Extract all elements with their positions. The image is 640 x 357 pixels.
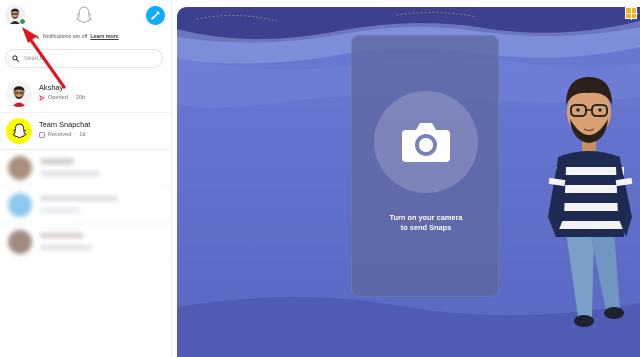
hidden-name-bar — [40, 159, 74, 164]
conversation-row-hidden[interactable] — [0, 150, 171, 187]
camera-prompt-text: Turn on your camera to send Snaps — [352, 213, 500, 233]
hidden-status-bar — [40, 208, 80, 213]
new-chat-icon — [151, 11, 160, 20]
avatar — [6, 81, 32, 107]
camera-card: Turn on your camera to send Snaps — [351, 35, 499, 297]
snapchat-ghost-icon — [75, 6, 93, 24]
search-bar[interactable] — [5, 49, 163, 68]
contact-name: Akshay — [39, 83, 64, 92]
avatar — [8, 156, 32, 180]
online-status-dot — [19, 18, 26, 25]
avatar — [8, 193, 32, 217]
received-chat-icon — [39, 132, 45, 138]
conversation-list: Akshay Opened · 20h Team Snapchat Receiv… — [0, 76, 171, 261]
enable-camera-button[interactable] — [374, 91, 478, 193]
avatar — [6, 118, 32, 144]
status-text: Received — [48, 132, 72, 138]
conversation-status: Opened · 20h — [39, 95, 85, 101]
bitmoji-avatar-icon — [12, 86, 26, 107]
conversation-row-hidden[interactable] — [0, 224, 171, 261]
hidden-status-bar — [40, 245, 92, 250]
conversation-row-hidden[interactable] — [0, 187, 171, 224]
hidden-name-bar — [40, 233, 84, 238]
camera-prompt-line-2: to send Snaps — [400, 223, 452, 232]
search-input[interactable] — [24, 55, 154, 62]
camera-prompt-line-1: Turn on your camera — [389, 213, 463, 222]
status-time: 1d — [79, 132, 86, 138]
search-icon — [12, 55, 19, 62]
contact-name: Team Snapchat — [39, 120, 91, 129]
camera-panel: Turn on your camera to send Snaps — [177, 7, 640, 357]
hidden-status-bar — [40, 171, 100, 176]
conversation-row-team-snapchat[interactable]: Team Snapchat Received · 1d — [0, 113, 171, 150]
snapchat-ghost-button[interactable] — [75, 6, 93, 24]
snapchat-ghost-icon — [11, 123, 27, 139]
hidden-name-bar — [40, 196, 118, 201]
status-separator: · — [74, 132, 77, 138]
avatar — [8, 230, 32, 254]
bell-off-icon — [34, 34, 40, 40]
camera-icon — [402, 123, 450, 162]
conversation-status: Received · 1d — [39, 132, 85, 138]
opened-snap-icon — [39, 95, 45, 101]
bitmoji-character-illustration — [548, 77, 633, 327]
status-separator: · — [70, 95, 73, 101]
notifications-off-text: Notifications are off — [43, 34, 88, 40]
status-time: 20h — [75, 95, 86, 101]
profile-avatar-button[interactable] — [5, 5, 26, 25]
new-chat-button[interactable] — [146, 6, 165, 25]
sidebar-topbar — [0, 0, 172, 30]
gift-icon — [625, 7, 638, 20]
sidebar: Notifications are off Learn more Search … — [0, 0, 172, 357]
conversation-row-akshay[interactable]: Akshay Opened · 20h — [0, 76, 171, 113]
learn-more-link[interactable]: Learn more — [90, 34, 118, 40]
snapchat-web-app: Notifications are off Learn more Search … — [0, 0, 640, 357]
notifications-off-banner: Notifications are off Learn more — [34, 32, 119, 42]
status-text: Opened — [48, 95, 68, 101]
